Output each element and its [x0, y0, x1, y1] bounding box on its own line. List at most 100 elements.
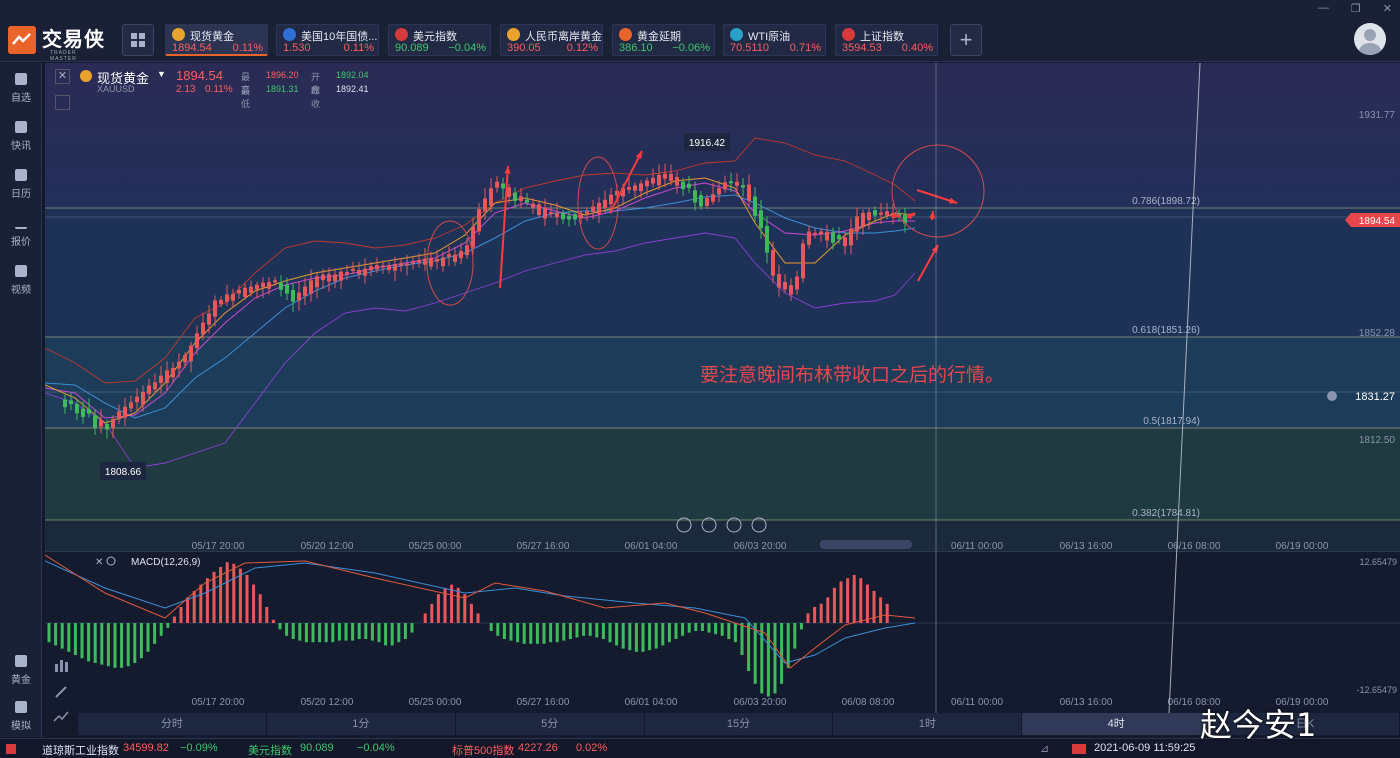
period-tab[interactable]: 15分	[645, 713, 834, 735]
candle-body[interactable]	[681, 181, 685, 190]
candle-body[interactable]	[303, 286, 307, 296]
candle-body[interactable]	[153, 382, 157, 390]
candle-body[interactable]	[573, 214, 577, 220]
sidebar-item-video[interactable]: 视频	[0, 259, 42, 299]
candle-body[interactable]	[669, 173, 673, 182]
candle-body[interactable]	[243, 287, 247, 297]
chevron-down-icon[interactable]: ▼	[157, 69, 166, 79]
candle-body[interactable]	[183, 355, 187, 363]
candle-body[interactable]	[675, 177, 679, 186]
candle-body[interactable]	[843, 237, 847, 247]
quote-tab[interactable]: 人民币离岸黄金 390.05 0.12%	[500, 24, 603, 56]
candle-body[interactable]	[249, 286, 253, 293]
candle-body[interactable]	[315, 276, 319, 288]
sidebar-item-calendar[interactable]: 日历	[0, 163, 42, 203]
candle-body[interactable]	[261, 282, 265, 288]
candle-body[interactable]	[525, 199, 529, 203]
pen-icon[interactable]	[52, 683, 70, 701]
candle-body[interactable]	[603, 199, 607, 208]
candle-body[interactable]	[765, 226, 769, 253]
candle-body[interactable]	[111, 418, 115, 428]
candle-body[interactable]	[591, 206, 595, 213]
avatar[interactable]	[1354, 23, 1386, 55]
candle-body[interactable]	[357, 270, 361, 275]
candle-body[interactable]	[363, 268, 367, 276]
candle-body[interactable]	[381, 265, 385, 268]
candle-body[interactable]	[705, 198, 709, 206]
candle-body[interactable]	[789, 285, 793, 295]
candle-body[interactable]	[633, 185, 637, 191]
candle-body[interactable]	[537, 204, 541, 216]
quote-tab[interactable]: 美国10年国债... 1.530 0.11%	[276, 24, 379, 56]
candle-body[interactable]	[561, 212, 565, 220]
layout-grid-button[interactable]	[122, 24, 154, 56]
candle-body[interactable]	[861, 212, 865, 227]
quote-tab[interactable]: WTI原油 70.5110 0.71%	[723, 24, 826, 56]
candle-body[interactable]	[189, 345, 193, 362]
sidebar-item-quotes[interactable]: 报价	[0, 211, 42, 251]
scroll-handle[interactable]	[820, 540, 912, 549]
candle-body[interactable]	[645, 180, 649, 187]
candle-body[interactable]	[693, 190, 697, 203]
candle-body[interactable]	[783, 281, 787, 290]
candle-body[interactable]	[711, 194, 715, 202]
candle-body[interactable]	[447, 254, 451, 257]
candle-body[interactable]	[627, 186, 631, 190]
candle-body[interactable]	[579, 214, 583, 219]
candle-body[interactable]	[795, 276, 799, 290]
candle-body[interactable]	[321, 274, 325, 281]
candle-body[interactable]	[735, 181, 739, 186]
candle-body[interactable]	[225, 294, 229, 302]
candle-body[interactable]	[207, 313, 211, 325]
candle-body[interactable]	[549, 212, 553, 215]
candle-body[interactable]	[417, 260, 421, 263]
candle-body[interactable]	[459, 251, 463, 259]
indicator-icon[interactable]	[52, 656, 70, 674]
candle-body[interactable]	[531, 203, 535, 208]
line-chart-icon[interactable]	[52, 708, 70, 726]
candle-body[interactable]	[699, 195, 703, 207]
candle-body[interactable]	[339, 271, 343, 281]
candle-body[interactable]	[825, 231, 829, 241]
candle-body[interactable]	[201, 322, 205, 335]
candle-body[interactable]	[171, 367, 175, 378]
candle-body[interactable]	[147, 385, 151, 394]
sidebar-item-demo[interactable]: 模拟	[0, 695, 42, 735]
candle-body[interactable]	[489, 188, 493, 206]
quote-tab[interactable]: 黄金延期 386.10 −0.06%	[612, 24, 715, 56]
candle-body[interactable]	[477, 209, 481, 232]
quote-tab[interactable]: 美元指数 90.089 −0.04%	[388, 24, 491, 56]
candle-body[interactable]	[117, 411, 121, 420]
usd-label[interactable]: 美元指数	[248, 742, 292, 758]
candle-body[interactable]	[885, 211, 889, 216]
candle-body[interactable]	[717, 188, 721, 195]
candle-body[interactable]	[879, 212, 883, 215]
candle-body[interactable]	[75, 404, 79, 414]
candle-body[interactable]	[753, 196, 757, 216]
candle-body[interactable]	[63, 399, 67, 408]
candle-body[interactable]	[555, 213, 559, 218]
candle-body[interactable]	[813, 232, 817, 235]
candle-body[interactable]	[291, 290, 295, 302]
candle-body[interactable]	[309, 280, 313, 294]
candle-body[interactable]	[375, 265, 379, 270]
candle-body[interactable]	[411, 261, 415, 264]
candle-body[interactable]	[231, 293, 235, 301]
candle-body[interactable]	[405, 263, 409, 266]
candle-body[interactable]	[369, 266, 373, 271]
candle-body[interactable]	[237, 289, 241, 294]
candle-body[interactable]	[129, 402, 133, 409]
candle-body[interactable]	[729, 181, 733, 184]
chart-area[interactable]: 0.786(1898.72) 0.618(1851.26) 0.5(1817.94)…	[44, 62, 1400, 714]
candle-body[interactable]	[135, 396, 139, 403]
candle-body[interactable]	[387, 265, 391, 271]
sp-label[interactable]: 标普500指数	[452, 742, 514, 758]
candle-body[interactable]	[771, 249, 775, 276]
candle-body[interactable]	[285, 284, 289, 294]
candle-body[interactable]	[663, 173, 667, 179]
period-tab[interactable]: 分时	[78, 713, 267, 735]
draw-tool-icon[interactable]	[55, 95, 70, 110]
candle-body[interactable]	[741, 185, 745, 188]
candle-body[interactable]	[213, 300, 217, 317]
candle-body[interactable]	[219, 299, 223, 305]
